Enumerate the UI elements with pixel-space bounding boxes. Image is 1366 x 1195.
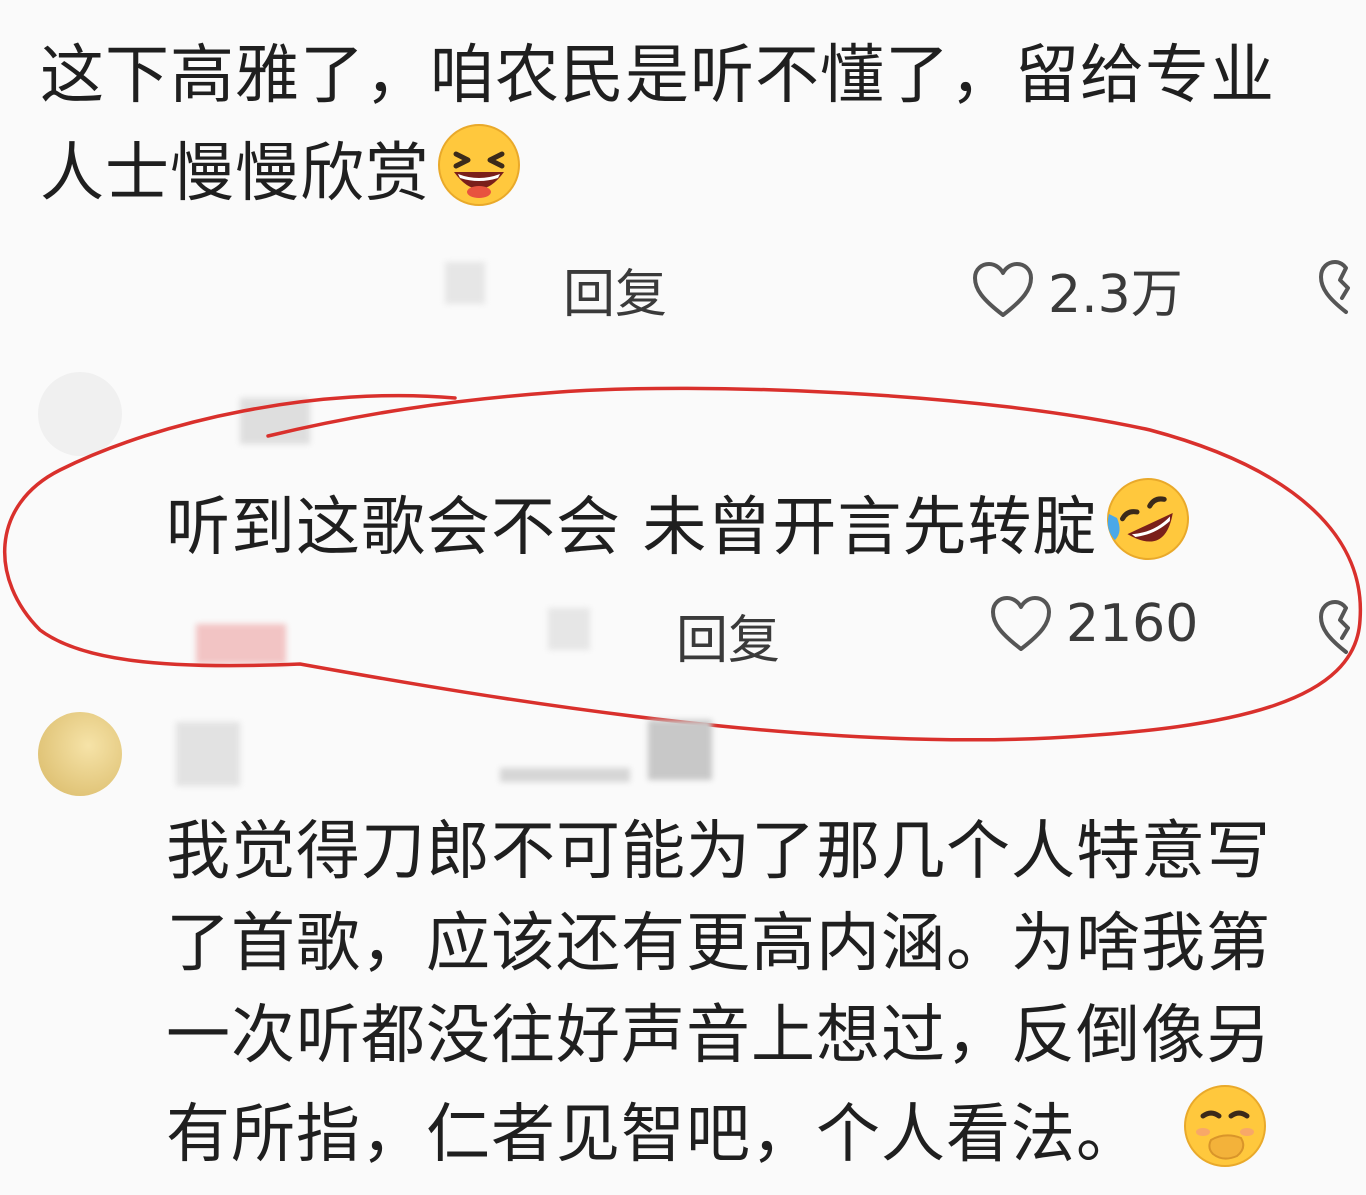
blurred-username [176, 722, 240, 786]
comment-3-line-4: 有所指，仁者见智吧，个人看法。 [166, 1082, 1271, 1195]
avatar[interactable] [38, 712, 122, 796]
comment-3-line-2: 了首歌，应该还有更高内涵。为啥我第 [166, 907, 1271, 981]
blurred-meta [500, 768, 630, 782]
comment-3-text: 我觉得刀郎不可能为了那几个人特意写 了首歌，应该还有更高内涵。为啥我第 一次听都… [166, 806, 1271, 1195]
comment-3-line-3: 一次听都没往好声音上想过，反倒像另 [166, 999, 1271, 1073]
blurred-badge [648, 720, 712, 780]
comment-3-line-1: 我觉得刀郎不可能为了那几个人特意写 [166, 815, 1271, 889]
hand-over-mouth-face-icon [1181, 1082, 1269, 1195]
